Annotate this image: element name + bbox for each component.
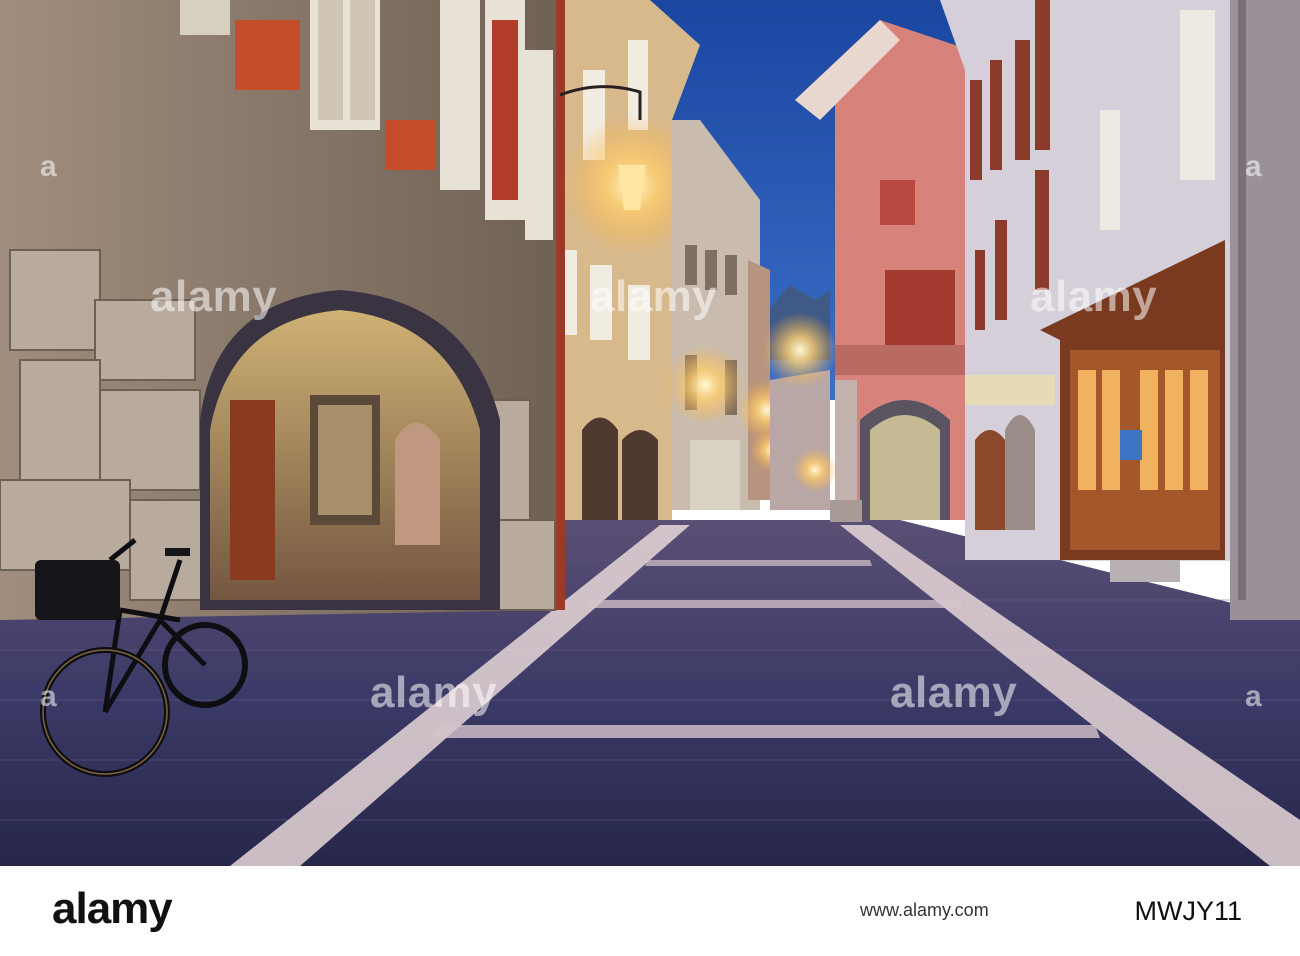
watermark-mark: a xyxy=(1245,680,1263,713)
watermark: alamy xyxy=(890,668,1018,717)
watermark-mark: a xyxy=(40,680,58,713)
footer-url: www.alamy.com xyxy=(860,900,989,920)
watermark-mark: a xyxy=(1245,150,1263,183)
street-photo: alamy alamy alamy alamy alamy a a a a xyxy=(0,0,1300,866)
footer-strip: alamy www.alamy.com MWJY11 xyxy=(0,866,1300,956)
watermark: alamy xyxy=(150,272,278,321)
watermark: alamy xyxy=(370,668,498,717)
watermark: alamy xyxy=(590,272,718,321)
watermark: alamy xyxy=(1030,272,1158,321)
watermark-mark: a xyxy=(40,150,58,183)
image-id: MWJY11 xyxy=(1134,896,1242,926)
alamy-logo: alamy xyxy=(52,884,173,933)
